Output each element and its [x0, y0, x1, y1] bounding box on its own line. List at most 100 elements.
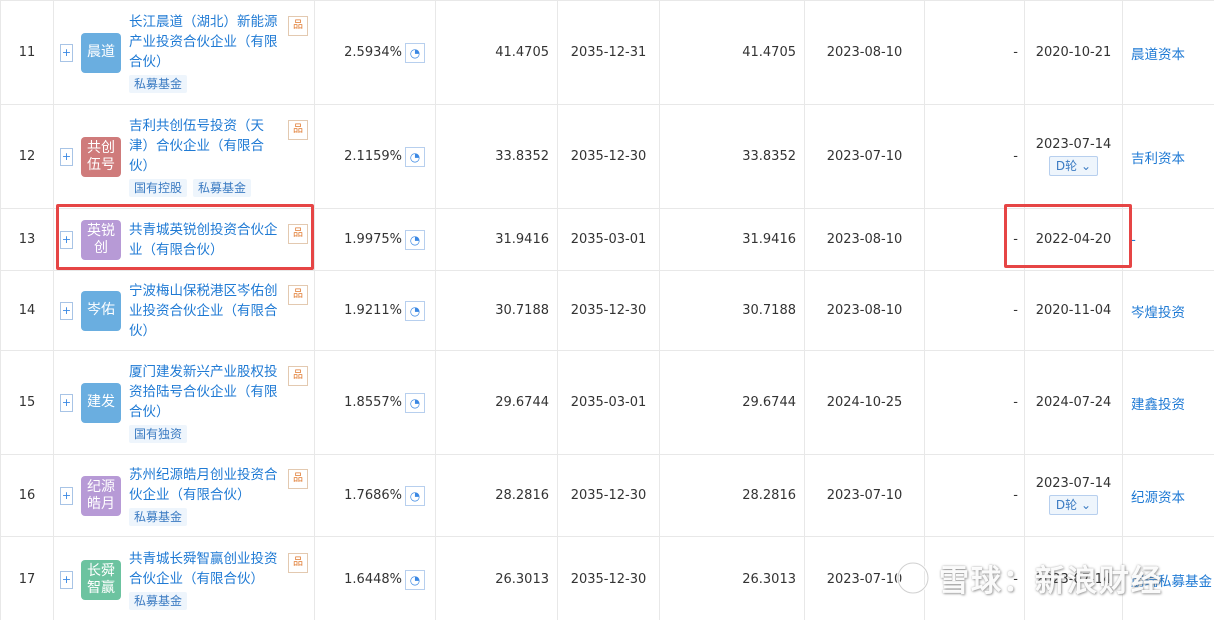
- shareholder-name-link[interactable]: 苏州纪源皓月创业投资合伙企业（有限合伙）: [129, 465, 282, 505]
- associated-org-link[interactable]: 朋瑞私募基金: [1131, 574, 1212, 590]
- paid-amount: 26.3013: [659, 536, 805, 620]
- round-label: D轮: [1055, 498, 1078, 512]
- round-badge[interactable]: D轮 ⌄: [1048, 495, 1099, 515]
- first-holding-date-cell: 2020-11-04: [1024, 270, 1123, 351]
- table-row: 14 + 岑佑 宁波梅山保税港区岑佑创业投资合伙企业（有限合伙）品 1.9211% ◔ 30…: [0, 270, 1214, 351]
- expand-button[interactable]: +: [60, 147, 73, 166]
- shareholder-name-link[interactable]: 共青城英锐创投资合伙企业（有限合伙）: [129, 220, 282, 260]
- paid-amount: 41.4705: [659, 0, 805, 105]
- paid-date: 2023-08-10: [804, 0, 925, 105]
- shareholder-tag: 私募基金: [193, 179, 252, 197]
- expand-button[interactable]: +: [60, 393, 73, 412]
- placeholder-value: -: [924, 536, 1025, 620]
- shareholder-info: + 英锐创 共青城英锐创投资合伙企业（有限合伙） 品: [54, 216, 314, 264]
- subscribed-date: 2035-12-30: [557, 270, 660, 351]
- shareholder-tags: 国有独资: [129, 425, 282, 443]
- holding-ratio-value: 1.9211%: [344, 303, 402, 318]
- equity-tree-icon[interactable]: 品: [288, 16, 308, 36]
- pie-chart-icon[interactable]: ◔: [405, 146, 425, 167]
- equity-tree-icon[interactable]: 品: [288, 553, 308, 573]
- company-logo: 岑佑: [81, 290, 121, 331]
- holding-ratio-cell: 1.8557% ◔: [314, 350, 436, 455]
- shareholder-name-link[interactable]: 厦门建发新兴产业股权投资拾陆号合伙企业（有限合伙）: [129, 362, 282, 422]
- shareholder-tag: 私募基金: [129, 75, 188, 93]
- expand-button[interactable]: +: [60, 43, 73, 62]
- shareholder-main: 苏州纪源皓月创业投资合伙企业（有限合伙） 私募基金: [129, 465, 282, 526]
- holding-ratio-value: 2.1159%: [344, 149, 402, 164]
- subscribed-amount: 28.2816: [435, 454, 558, 537]
- shareholder-tags: 私募基金: [129, 592, 282, 610]
- subscribed-date: 2035-03-01: [557, 350, 660, 455]
- pie-chart-icon[interactable]: ◔: [405, 42, 425, 63]
- holding-ratio: 1.6448% ◔: [315, 569, 435, 590]
- table-row: 16 + 纪源皓月 苏州纪源皓月创业投资合伙企业（有限合伙） 私募基金 品 1.7686% ◔…: [0, 454, 1214, 537]
- placeholder-value: -: [924, 0, 1025, 105]
- shareholder-cell: + 晨道 长江晨道（湖北）新能源产业投资合伙企业（有限合伙） 私募基金 品: [53, 0, 315, 105]
- holding-ratio-value: 1.6448%: [344, 572, 402, 587]
- subscribed-date: 2035-12-30: [557, 536, 660, 620]
- company-logo: 建发: [81, 382, 121, 423]
- shareholder-name-link[interactable]: 共青城长舜智赢创业投资合伙企业（有限合伙）: [129, 549, 282, 589]
- associated-org-cell: -: [1122, 208, 1214, 271]
- chevron-down-icon: ⌄: [1081, 159, 1092, 173]
- expand-button[interactable]: +: [60, 301, 73, 320]
- shareholder-tag: 私募基金: [129, 592, 188, 610]
- shareholder-main: 长江晨道（湖北）新能源产业投资合伙企业（有限合伙） 私募基金: [129, 12, 282, 93]
- associated-org-link[interactable]: 吉利资本: [1131, 151, 1185, 167]
- first-holding-date-cell: 2024-07-24: [1024, 350, 1123, 455]
- holding-ratio-value: 1.7686%: [344, 488, 402, 503]
- associated-org-link[interactable]: 岑煌投资: [1131, 305, 1185, 321]
- equity-tree-icon[interactable]: 品: [288, 366, 308, 386]
- row-number: 15: [0, 350, 54, 455]
- paid-date: 2023-08-10: [804, 208, 925, 271]
- holding-ratio: 1.7686% ◔: [315, 485, 435, 506]
- shareholder-cell: + 岑佑 宁波梅山保税港区岑佑创业投资合伙企业（有限合伙） 品: [53, 270, 315, 351]
- pie-chart-icon[interactable]: ◔: [405, 300, 425, 321]
- shareholder-info: + 建发 厦门建发新兴产业股权投资拾陆号合伙企业（有限合伙） 国有独资 品: [54, 358, 314, 447]
- expand-button[interactable]: +: [60, 570, 73, 589]
- shareholder-cell: + 纪源皓月 苏州纪源皓月创业投资合伙企业（有限合伙） 私募基金 品: [53, 454, 315, 537]
- holding-ratio: 2.1159% ◔: [315, 146, 435, 167]
- placeholder-value: -: [924, 208, 1025, 271]
- placeholder-value: -: [924, 350, 1025, 455]
- equity-tree-icon[interactable]: 品: [288, 284, 308, 305]
- subscribed-amount: 31.9416: [435, 208, 558, 271]
- expand-button[interactable]: +: [60, 486, 73, 505]
- table-row: 13 + 英锐创 共青城英锐创投资合伙企业（有限合伙）品 1.9975% ◔ 31.9416…: [0, 208, 1214, 271]
- shareholder-main: 宁波梅山保税港区岑佑创业投资合伙企业（有限合伙）: [129, 281, 282, 341]
- pie-chart-icon[interactable]: ◔: [405, 392, 425, 413]
- pie-chart-icon[interactable]: ◔: [405, 485, 425, 506]
- holding-ratio: 1.9211% ◔: [315, 300, 435, 321]
- shareholder-name-link[interactable]: 吉利共创伍号投资（天津）合伙企业（有限合伙）: [129, 116, 282, 176]
- associated-org-cell: 建鑫投资: [1122, 350, 1214, 455]
- first-holding-date-cell: 2023-07-14 D轮 ⌄: [1024, 454, 1123, 537]
- equity-tree-icon[interactable]: 品: [288, 469, 308, 489]
- shareholder-info: + 共创伍号 吉利共创伍号投资（天津）合伙企业（有限合伙） 国有控股 私募基金 品: [54, 112, 314, 201]
- round-badge[interactable]: D轮 ⌄: [1048, 156, 1099, 176]
- shareholder-tags: 私募基金: [129, 508, 282, 526]
- associated-org-link[interactable]: 建鑫投资: [1131, 397, 1185, 413]
- paid-date: 2023-07-10: [804, 536, 925, 620]
- equity-tree-icon[interactable]: 品: [288, 120, 308, 140]
- shareholder-name-link[interactable]: 长江晨道（湖北）新能源产业投资合伙企业（有限合伙）: [129, 12, 282, 72]
- equity-tree-icon[interactable]: 品: [288, 223, 308, 244]
- associated-org-link[interactable]: 纪源资本: [1131, 490, 1185, 506]
- shareholder-cell: + 共创伍号 吉利共创伍号投资（天津）合伙企业（有限合伙） 国有控股 私募基金 品: [53, 104, 315, 209]
- first-holding-date: 2022-04-20: [1035, 232, 1112, 247]
- pie-chart-icon[interactable]: ◔: [405, 569, 425, 590]
- placeholder-value: -: [924, 270, 1025, 351]
- expand-button[interactable]: +: [60, 230, 73, 249]
- subscribed-date: 2035-12-30: [557, 454, 660, 537]
- holding-ratio: 1.9975% ◔: [315, 229, 435, 250]
- shareholder-name-link[interactable]: 宁波梅山保税港区岑佑创业投资合伙企业（有限合伙）: [129, 281, 282, 341]
- row-number: 16: [0, 454, 54, 537]
- row-number: 17: [0, 536, 54, 620]
- shareholder-info: + 晨道 长江晨道（湖北）新能源产业投资合伙企业（有限合伙） 私募基金 品: [54, 8, 314, 97]
- shareholder-tags: 国有控股 私募基金: [129, 179, 282, 197]
- associated-org-cell: 晨道资本: [1122, 0, 1214, 105]
- chevron-down-icon: ⌄: [1081, 498, 1092, 512]
- shareholder-main: 厦门建发新兴产业股权投资拾陆号合伙企业（有限合伙） 国有独资: [129, 362, 282, 443]
- shareholder-info: + 纪源皓月 苏州纪源皓月创业投资合伙企业（有限合伙） 私募基金 品: [54, 461, 314, 530]
- pie-chart-icon[interactable]: ◔: [405, 229, 425, 250]
- associated-org-link[interactable]: 晨道资本: [1131, 47, 1185, 63]
